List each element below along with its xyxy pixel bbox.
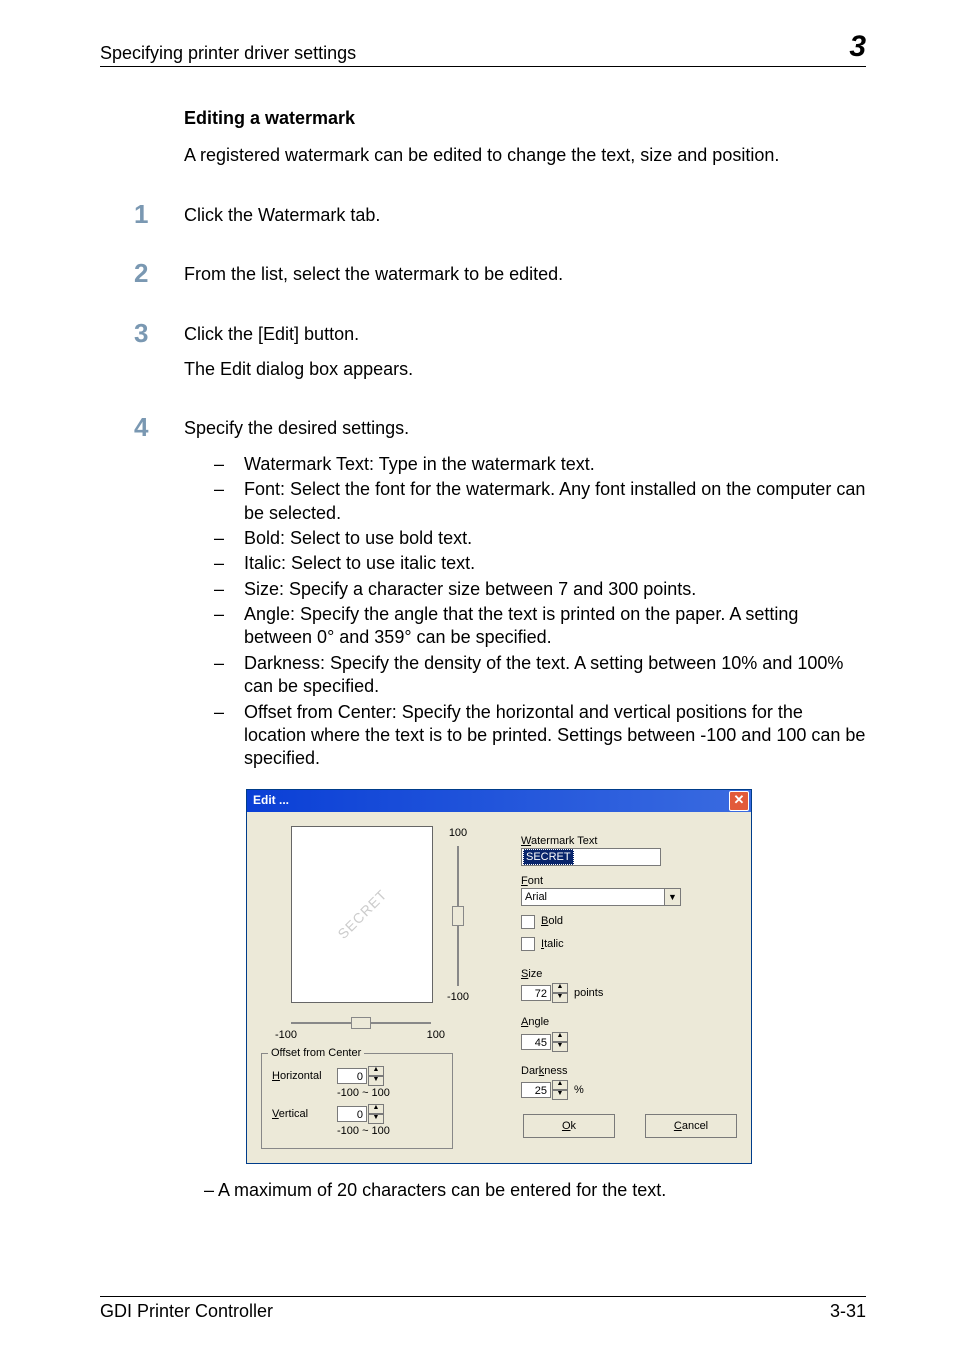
- font-value: Arial: [525, 890, 547, 904]
- step-text: Click the Watermark tab.: [184, 204, 866, 227]
- bold-label: Bold: [541, 914, 563, 928]
- step-number: 1: [134, 198, 184, 232]
- dialog-titlebar: Edit ... ✕: [247, 790, 751, 812]
- chevron-down-icon[interactable]: ▼: [664, 889, 680, 905]
- watermark-text-input[interactable]: SECRET: [521, 848, 661, 866]
- spin-up-icon[interactable]: ▲: [368, 1066, 384, 1076]
- vertical-offset-slider[interactable]: 100 -100: [433, 826, 483, 1005]
- bold-checkbox[interactable]: [521, 915, 535, 929]
- font-label: Font: [521, 874, 737, 888]
- step-text: Click the [Edit] button.: [184, 323, 866, 346]
- horizontal-offset-spinner[interactable]: 0 ▲ ▼: [337, 1066, 384, 1086]
- spin-up-icon[interactable]: ▲: [552, 983, 568, 993]
- spin-down-icon[interactable]: ▼: [368, 1114, 384, 1124]
- vertical-label: Vertical: [272, 1107, 337, 1121]
- spinner-value[interactable]: 72: [521, 985, 551, 1001]
- watermark-preview: SECRET: [291, 826, 433, 1003]
- spin-up-icon[interactable]: ▲: [552, 1032, 568, 1042]
- watermark-text-value: SECRET: [523, 849, 574, 865]
- spin-up-icon[interactable]: ▲: [552, 1080, 568, 1090]
- cancel-button[interactable]: Cancel: [645, 1114, 737, 1138]
- darkness-label: Darkness: [521, 1064, 737, 1078]
- spin-down-icon[interactable]: ▼: [552, 993, 568, 1003]
- italic-label: Italic: [541, 937, 564, 951]
- slider-max-label: 100: [449, 826, 467, 840]
- bullet-item: Italic: Select to use italic text.: [214, 552, 866, 575]
- bullet-item: Offset from Center: Specify the horizont…: [214, 701, 866, 771]
- bullet-item: Angle: Specify the angle that the text i…: [214, 603, 866, 650]
- spin-down-icon[interactable]: ▼: [552, 1090, 568, 1100]
- spinner-value[interactable]: 0: [337, 1068, 367, 1084]
- slider-min-label: -100: [447, 990, 469, 1004]
- slider-thumb[interactable]: [452, 906, 464, 926]
- darkness-spinner[interactable]: 25 ▲ ▼: [521, 1080, 568, 1100]
- step-2: 2 From the list, select the watermark to…: [134, 257, 866, 298]
- size-spinner[interactable]: 72 ▲ ▼: [521, 983, 568, 1003]
- spinner-value[interactable]: 45: [521, 1034, 551, 1050]
- bullet-item: Size: Specify a character size between 7…: [214, 578, 866, 601]
- running-head: Specifying printer driver settings: [100, 43, 356, 64]
- font-select[interactable]: Arial ▼: [521, 888, 681, 906]
- offset-from-center-group: Offset from Center Horizontal 0 ▲ ▼: [261, 1053, 453, 1150]
- close-icon: ✕: [734, 792, 745, 809]
- spin-up-icon[interactable]: ▲: [368, 1104, 384, 1114]
- edit-dialog: Edit ... ✕ SECRET: [246, 789, 752, 1164]
- step-number: 2: [134, 257, 184, 291]
- watermark-text-label: Watermark Text: [521, 834, 737, 848]
- bullet-item: Watermark Text: Type in the watermark te…: [214, 453, 866, 476]
- horizontal-label: Horizontal: [272, 1069, 337, 1083]
- darkness-unit: %: [574, 1083, 584, 1097]
- size-unit: points: [574, 986, 603, 1000]
- vertical-range: -100 ~ 100: [337, 1124, 442, 1138]
- size-label: Size: [521, 967, 737, 981]
- section-intro: A registered watermark can be edited to …: [184, 144, 866, 167]
- spin-down-icon[interactable]: ▼: [368, 1076, 384, 1086]
- angle-label: Angle: [521, 1015, 737, 1029]
- slider-thumb[interactable]: [351, 1017, 371, 1029]
- vertical-offset-spinner[interactable]: 0 ▲ ▼: [337, 1104, 384, 1124]
- step-text: Specify the desired settings.: [184, 417, 866, 440]
- step-3: 3 Click the [Edit] button. The Edit dial…: [134, 317, 866, 394]
- footer-left: GDI Printer Controller: [100, 1301, 273, 1322]
- bullet-item: Bold: Select to use bold text.: [214, 527, 866, 550]
- note-item: A maximum of 20 characters can be entere…: [204, 1179, 866, 1202]
- dialog-title: Edit ...: [253, 793, 289, 809]
- spinner-value[interactable]: 0: [337, 1106, 367, 1122]
- step-number: 4: [134, 411, 184, 445]
- horizontal-range: -100 ~ 100: [337, 1086, 442, 1100]
- chapter-number: 3: [849, 30, 866, 64]
- step-4: 4 Specify the desired settings. Watermar…: [134, 411, 866, 1202]
- groupbox-title: Offset from Center: [268, 1046, 364, 1060]
- slider-min-label: -100: [275, 1028, 297, 1042]
- step-text: From the list, select the watermark to b…: [184, 263, 866, 286]
- horizontal-offset-slider[interactable]: [291, 1022, 431, 1024]
- slider-max-label: 100: [427, 1028, 445, 1042]
- preview-text: SECRET: [333, 886, 390, 943]
- section-heading: Editing a watermark: [184, 107, 866, 130]
- spin-down-icon[interactable]: ▼: [552, 1042, 568, 1052]
- step-1: 1 Click the Watermark tab.: [134, 198, 866, 239]
- step-text: The Edit dialog box appears.: [184, 358, 866, 381]
- italic-checkbox[interactable]: [521, 937, 535, 951]
- step-number: 3: [134, 317, 184, 351]
- bullet-item: Darkness: Specify the density of the tex…: [214, 652, 866, 699]
- angle-spinner[interactable]: 45 ▲ ▼: [521, 1032, 568, 1052]
- ok-button[interactable]: Ok: [523, 1114, 615, 1138]
- footer-right: 3-31: [830, 1301, 866, 1322]
- close-button[interactable]: ✕: [729, 791, 749, 811]
- bullet-item: Font: Select the font for the watermark.…: [214, 478, 866, 525]
- spinner-value[interactable]: 25: [521, 1082, 551, 1098]
